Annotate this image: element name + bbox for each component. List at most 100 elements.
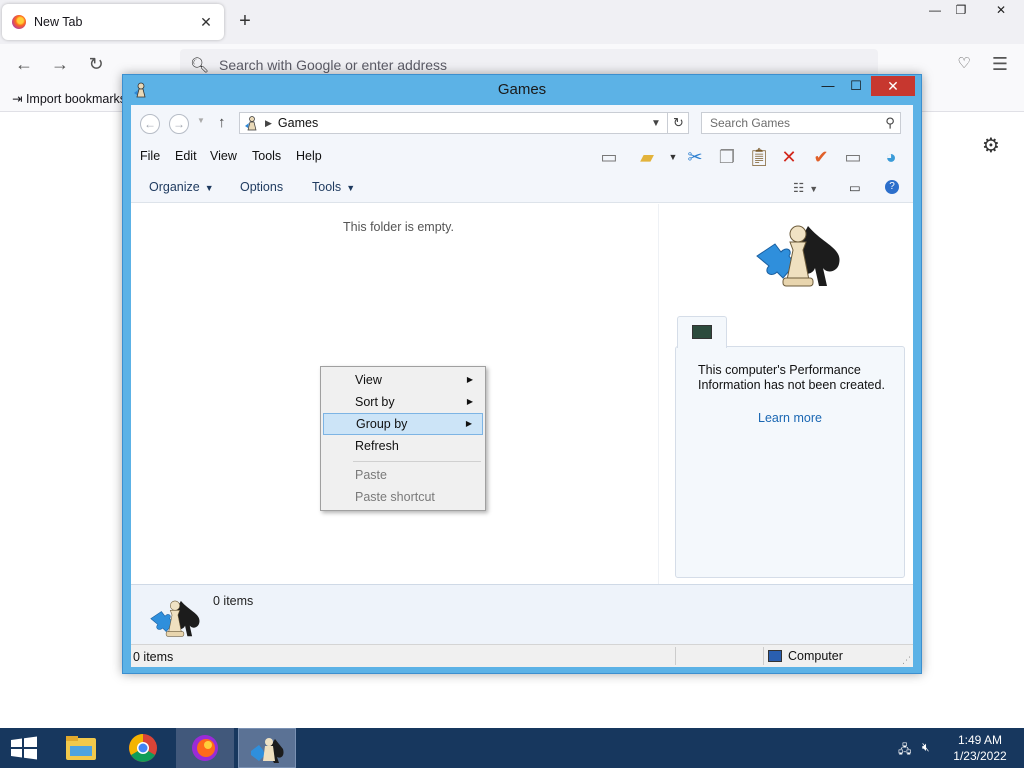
search-placeholder: Search Games: [710, 116, 791, 130]
window-title: Games: [497, 81, 547, 98]
search-icon: 🔍︎: [190, 57, 210, 74]
browser-close-button[interactable]: ✕: [986, 0, 1016, 22]
games-taskbar-icon[interactable]: [238, 728, 296, 768]
games-folder-icon: [245, 116, 257, 131]
computer-icon: [768, 650, 782, 662]
import-icon: ⇥: [12, 92, 26, 106]
file-explorer-taskbar-icon[interactable]: [52, 728, 110, 768]
details-item-count: 0 items: [213, 594, 254, 608]
reload-icon[interactable]: ↻: [84, 52, 108, 76]
back-arrow-icon[interactable]: ←: [12, 52, 36, 76]
back-button[interactable]: ←: [140, 114, 160, 134]
context-item-refresh[interactable]: Refresh: [323, 435, 483, 457]
monitor-icon: [692, 325, 712, 339]
network-tray-icon[interactable]: 🖧︎: [898, 740, 911, 761]
firefox-taskbar-icon[interactable]: [176, 728, 234, 768]
explorer-close-button[interactable]: ✕: [871, 76, 915, 96]
system-clock[interactable]: 1:49 AM 1/23/2022: [948, 732, 1012, 764]
context-item-group-by[interactable]: Group by ▶: [323, 413, 483, 435]
submenu-arrow-icon: ▶: [466, 375, 473, 384]
performance-panel: This computer's Performance Information …: [675, 346, 905, 578]
context-item-view[interactable]: View ▶: [323, 369, 483, 391]
menu-tools[interactable]: Tools: [252, 149, 281, 163]
status-item-count: 0 items: [133, 650, 174, 664]
address-row: ← → ▼ ↑ ▶ Games ▼ ↻ Search Games ⚲: [131, 105, 913, 141]
search-icon[interactable]: ⚲: [880, 115, 900, 131]
address-bar[interactable]: ▶ Games ▼: [239, 112, 689, 134]
help-icon[interactable]: ?: [885, 180, 899, 194]
new-tab-button[interactable]: +: [234, 10, 256, 32]
menu-separator: [353, 461, 481, 462]
chevron-down-icon: ▼: [204, 183, 214, 193]
explorer-minimize-button[interactable]: —: [813, 76, 843, 96]
status-location: Computer: [768, 649, 843, 663]
games-info-pane: This computer's Performance Information …: [658, 204, 913, 584]
menu-edit[interactable]: Edit: [175, 149, 197, 163]
breadcrumb-separator-icon[interactable]: ▶: [265, 118, 272, 129]
games-large-icon: [756, 225, 840, 287]
pocket-icon[interactable]: ♡: [952, 52, 976, 76]
folder-dropdown-icon[interactable]: ▼: [661, 145, 685, 169]
context-item-paste-shortcut[interactable]: Paste shortcut: [323, 486, 483, 508]
performance-message: This computer's Performance Information …: [698, 363, 885, 392]
checkmark-icon[interactable]: ✔: [809, 145, 833, 169]
browser-tab-bar: New Tab ✕ + — ❐ ✕: [0, 0, 1024, 44]
games-small-icon: [150, 600, 200, 637]
gear-icon[interactable]: ⚙: [982, 133, 1000, 158]
explorer-body: ← → ▼ ↑ ▶ Games ▼ ↻ Search Games ⚲ File …: [131, 105, 913, 667]
tools-button[interactable]: Tools ▼: [312, 180, 355, 194]
tab-title: New Tab: [34, 15, 83, 29]
browser-restore-button[interactable]: ❐: [946, 0, 976, 22]
preview-pane-toggle-icon[interactable]: ▭: [849, 180, 861, 195]
paste-icon[interactable]: 📋︎: [747, 145, 771, 169]
windows-start-icon[interactable]: [8, 736, 40, 760]
submenu-arrow-icon: ▶: [465, 419, 472, 428]
games-explorer-window: Games — ☐ ✕ ← → ▼ ↑ ▶ Games ▼ ↻ Search G…: [122, 74, 922, 674]
forward-button[interactable]: →: [169, 114, 189, 134]
breadcrumb[interactable]: Games: [278, 116, 648, 130]
performance-tab[interactable]: [677, 316, 727, 348]
cut-icon[interactable]: ✂: [683, 145, 707, 169]
chevron-down-icon: ▼: [809, 184, 819, 194]
menu-file[interactable]: File: [140, 149, 160, 163]
options-button[interactable]: Options: [240, 180, 283, 194]
preview-pane-icon[interactable]: ▭: [597, 145, 621, 169]
import-bookmarks-link[interactable]: ⇥ Import bookmarks...: [12, 91, 136, 106]
delete-icon[interactable]: ✕: [777, 145, 801, 169]
context-item-sort-by[interactable]: Sort by ▶: [323, 391, 483, 413]
empty-folder-message: This folder is empty.: [343, 220, 454, 234]
explorer-maximize-button[interactable]: ☐: [841, 76, 871, 96]
submenu-arrow-icon: ▶: [466, 397, 473, 406]
search-games-input[interactable]: Search Games ⚲: [701, 112, 901, 134]
volume-muted-icon[interactable]: 🔇︎: [922, 740, 930, 755]
menu-help[interactable]: Help: [296, 149, 322, 163]
change-view-icon[interactable]: ☷ ▼: [793, 180, 818, 195]
taskbar: 🖧︎ 🔇︎ 1:49 AM 1/23/2022: [0, 728, 1024, 768]
learn-more-link[interactable]: Learn more: [676, 411, 904, 425]
organize-button[interactable]: Organize ▼: [149, 180, 214, 194]
context-item-paste[interactable]: Paste: [323, 464, 483, 486]
copy-icon[interactable]: ❐: [715, 145, 739, 169]
browser-tab[interactable]: New Tab ✕: [2, 4, 224, 40]
tab-close-icon[interactable]: ✕: [198, 14, 214, 31]
properties-icon[interactable]: ▭: [841, 145, 865, 169]
firefox-favicon-icon: [12, 15, 26, 29]
chevron-down-icon: ▼: [346, 183, 356, 193]
address-dropdown-icon[interactable]: ▼: [648, 118, 664, 129]
menu-view[interactable]: View: [210, 149, 237, 163]
resize-grip-icon[interactable]: ⋰: [902, 655, 911, 666]
menu-bar: File Edit View Tools Help ▭ ▰ ▼ ✂ ❐ 📋︎ ✕…: [131, 141, 913, 171]
command-bar: Organize ▼ Options Tools ▼ ☷ ▼ ▭ ?: [131, 171, 913, 203]
folder-properties-icon[interactable]: ▰: [635, 145, 659, 169]
up-arrow-icon[interactable]: ↑: [218, 114, 226, 131]
history-dropdown-icon[interactable]: ▼: [197, 116, 205, 125]
status-divider: [675, 647, 676, 665]
chrome-taskbar-icon[interactable]: [114, 728, 172, 768]
forward-arrow-icon[interactable]: →: [48, 52, 72, 76]
status-divider: [763, 647, 764, 665]
hamburger-menu-icon[interactable]: ☰: [988, 52, 1012, 76]
clock-time: 1:49 AM: [957, 733, 1003, 747]
status-bar: 0 items Computer ⋰: [131, 644, 913, 667]
network-globe-icon[interactable]: ◕: [879, 145, 903, 169]
refresh-icon[interactable]: ↻: [667, 112, 689, 134]
